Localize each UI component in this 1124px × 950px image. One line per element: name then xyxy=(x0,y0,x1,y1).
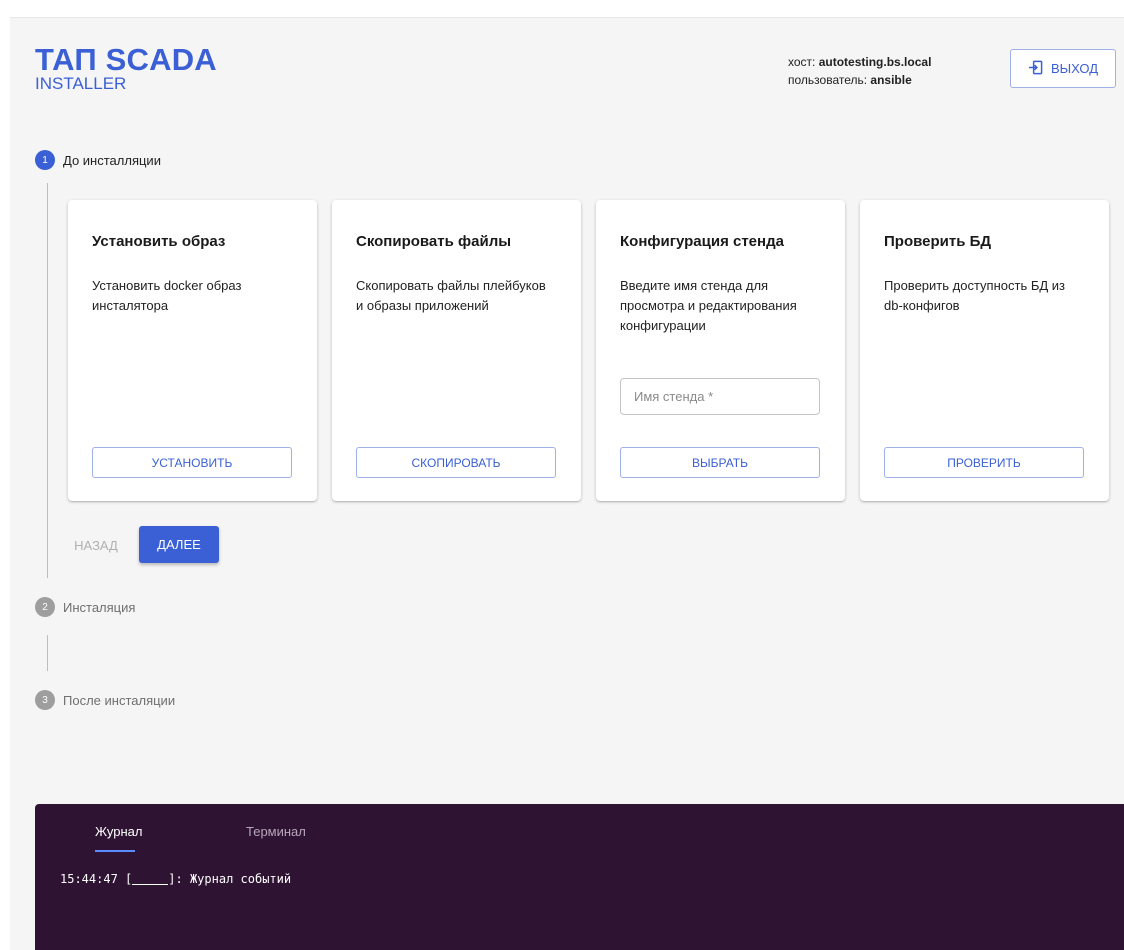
log-time: 15:44:47 xyxy=(60,872,118,886)
host-label: хост: xyxy=(788,55,816,69)
step-3[interactable]: 3 После инсталяции xyxy=(35,690,175,710)
step-3-label: После инсталяции xyxy=(63,692,176,708)
step-2-connector xyxy=(47,635,48,671)
app-subtitle: INSTALLER xyxy=(35,74,127,93)
card-description: Проверить доступность БД из db-конфигов xyxy=(884,278,1065,313)
brand: ТАП SCADA INSTALLER xyxy=(35,42,217,93)
card-check-db: Проверить БД Проверить доступность БД из… xyxy=(860,200,1109,501)
user-label: пользователь: xyxy=(788,73,868,87)
log-tag-blank xyxy=(132,873,169,885)
host-value: autotesting.bs.local xyxy=(818,55,932,69)
logout-label: ВЫХОД xyxy=(1050,61,1099,76)
log-message: Журнал событий xyxy=(189,872,292,886)
console-panel: Журнал Терминал 15:44:47 []: Журнал собы… xyxy=(35,804,1124,950)
step-1-label: До инсталляции xyxy=(63,152,161,168)
active-tab-indicator xyxy=(95,850,135,852)
back-button[interactable]: НАЗАД xyxy=(68,527,124,563)
copy-button[interactable]: СКОПИРОВАТЬ xyxy=(356,447,556,478)
app-title: ТАП SCADA xyxy=(35,42,217,77)
user-value: ansible xyxy=(870,73,912,87)
logout-icon xyxy=(1028,60,1043,78)
tab-journal[interactable]: Журнал xyxy=(95,824,142,839)
card-stand-config: Конфигурация стенда Введите имя стенда д… xyxy=(596,200,845,501)
app-page: ТАП SCADA INSTALLER хост: autotesting.bs… xyxy=(10,17,1124,950)
step-2[interactable]: 2 Инсталяция xyxy=(35,597,135,617)
step-1-connector xyxy=(47,183,48,578)
logout-button[interactable]: ВЫХОД xyxy=(1010,49,1116,88)
card-title: Скопировать файлы xyxy=(356,233,512,250)
card-title: Установить образ xyxy=(92,233,226,250)
card-description: Введите имя стенда для просмотра и редак… xyxy=(620,278,797,333)
install-button[interactable]: УСТАНОВИТЬ xyxy=(92,447,292,478)
step-2-label: Инсталяция xyxy=(63,599,136,615)
card-title: Проверить БД xyxy=(884,233,992,250)
user-row: пользователь: ansible xyxy=(788,71,931,89)
select-button[interactable]: ВЫБРАТЬ xyxy=(620,447,820,478)
card-description: Установить docker образ инсталятора xyxy=(92,278,242,313)
host-row: хост: autotesting.bs.local xyxy=(788,53,931,71)
tab-terminal[interactable]: Терминал xyxy=(246,824,306,839)
card-title: Конфигурация стенда xyxy=(620,233,784,250)
step-3-number: 3 xyxy=(35,690,55,710)
log-tag-open: [ xyxy=(125,872,133,886)
stand-name-input[interactable] xyxy=(620,378,820,415)
step-1-number: 1 xyxy=(35,150,55,170)
step-1: 1 До инсталляции xyxy=(35,150,161,170)
check-button[interactable]: ПРОВЕРИТЬ xyxy=(884,447,1084,478)
next-button[interactable]: ДАЛЕЕ xyxy=(139,526,219,563)
log-line: 15:44:47 []: Журнал событий xyxy=(60,872,291,886)
card-description: Скопировать файлы плейбуков и образы при… xyxy=(356,278,546,313)
card-copy-files: Скопировать файлы Скопировать файлы плей… xyxy=(332,200,581,501)
card-install-image: Установить образ Установить docker образ… xyxy=(68,200,317,501)
log-tag-close: ]: xyxy=(168,872,183,886)
session-info: хост: autotesting.bs.local пользователь:… xyxy=(788,53,931,89)
step-2-number: 2 xyxy=(35,597,55,617)
